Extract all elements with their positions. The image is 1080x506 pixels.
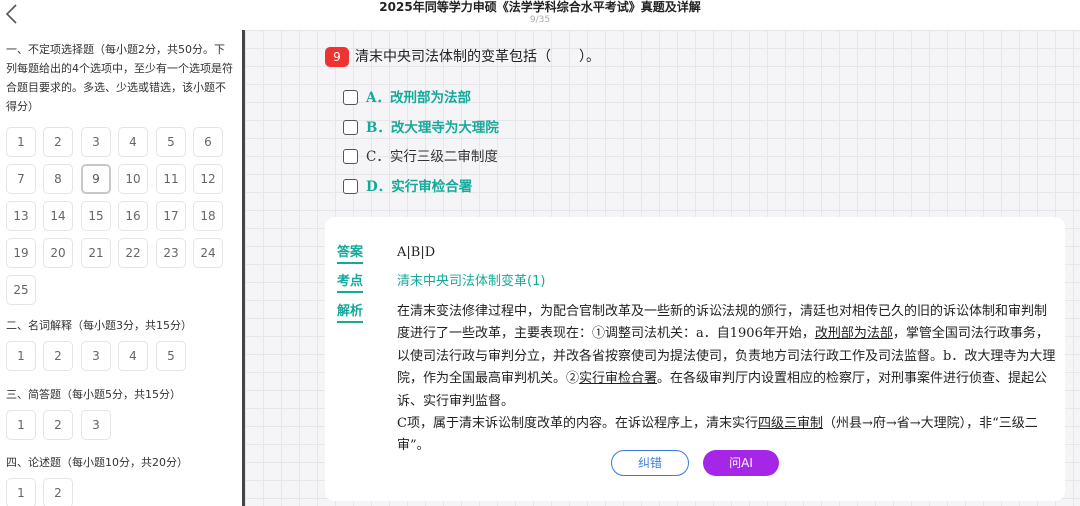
question-number-button[interactable]: 7 [6, 164, 36, 194]
question-number-button[interactable]: 12 [193, 164, 223, 194]
question-number-button[interactable]: 25 [6, 275, 36, 305]
report-error-button[interactable]: 纠错 [611, 450, 689, 476]
section-title-essay: 四、论述题（每小题10分，共20分） [6, 456, 188, 469]
question-number-button[interactable]: 24 [193, 238, 223, 268]
question-number-button[interactable]: 20 [43, 238, 73, 268]
checkbox[interactable] [343, 90, 358, 105]
analysis-label: 解析 [337, 303, 364, 323]
option-label: D．实行审检合署 [366, 179, 473, 195]
question-number-button[interactable]: 18 [193, 201, 223, 231]
section-title-term-explanation: 二、名词解释（每小题3分，共15分） [6, 319, 192, 332]
question-number-button[interactable]: 2 [43, 478, 73, 506]
top-bar: 2025年同等学力申硕《法学学科综合水平考试》真题及详解 9/35 [0, 0, 1080, 30]
question-number-button[interactable]: 1 [6, 341, 36, 371]
question-number-button[interactable]: 13 [6, 201, 36, 231]
question-number-button[interactable]: 2 [43, 341, 73, 371]
checkbox[interactable] [343, 149, 358, 164]
question-number-button[interactable]: 11 [156, 164, 186, 194]
question-number-button[interactable]: 10 [118, 164, 148, 194]
question-number-button[interactable]: 22 [118, 238, 148, 268]
question-panel: 9 清末中央司法体制的变革包括（ ）。 A．改刑部为法部 B．改大理寺为大理院 … [245, 30, 1080, 506]
question-number-button[interactable]: 2 [43, 127, 73, 157]
page-title: 2025年同等学力申硕《法学学科综合水平考试》真题及详解 [379, 0, 701, 14]
option-label: B．改大理寺为大理院 [366, 120, 499, 136]
section-title-short-answer: 三、简答题（每小题5分，共15分） [6, 388, 181, 401]
option-label: C．实行三级二审制度 [366, 149, 498, 165]
answer-card: 答案 A|B|D 考点 清末中央司法体制变革(1) 解析 在清末变法修律过程中，… [325, 217, 1065, 501]
question-nav-sidebar: 一、不定项选择题（每小题2分，共50分。下列每题给出的4个选项中，至少有一个选项… [0, 30, 242, 506]
question-number-button[interactable]: 5 [156, 127, 186, 157]
question-number-button[interactable]: 1 [6, 410, 36, 440]
question-number-button[interactable]: 23 [156, 238, 186, 268]
question-number-button[interactable]: 5 [156, 341, 186, 371]
question-number-badge: 9 [325, 47, 349, 67]
section-title-multiple-choice: 一、不定项选择题（每小题2分，共50分。下列每题给出的4个选项中，至少有一个选项… [6, 43, 233, 113]
question-number-button[interactable]: 1 [6, 478, 36, 506]
question-number-button[interactable]: 1 [6, 127, 36, 157]
answer-value: A|B|D [397, 245, 436, 260]
question-text: 清末中央司法体制的变革包括（ ）。 [355, 49, 600, 65]
question-number-button[interactable]: 19 [6, 238, 36, 268]
question-number-button[interactable]: 21 [81, 238, 111, 268]
question-number-button[interactable]: 6 [193, 127, 223, 157]
question-number-button[interactable]: 3 [81, 410, 111, 440]
knowledge-point-link[interactable]: 清末中央司法体制变革(1) [397, 273, 545, 291]
question-number-button[interactable]: 14 [43, 201, 73, 231]
question-number-button[interactable]: 4 [118, 341, 148, 371]
question-number-button[interactable]: 16 [118, 201, 148, 231]
progress-indicator: 9/35 [529, 15, 551, 25]
checkbox[interactable] [343, 179, 358, 194]
question-number-button[interactable]: 8 [43, 164, 73, 194]
question-number-button[interactable]: 15 [81, 201, 111, 231]
question-number-button[interactable]: 9 [81, 164, 111, 194]
analysis-text: 在清末变法修律过程中，为配合官制改革及一些新的诉讼法规的颁行，清廷也对相传已久的… [397, 304, 1056, 454]
question-number-button[interactable]: 3 [81, 341, 111, 371]
knowledge-point-label: 考点 [337, 273, 364, 293]
checkbox[interactable] [343, 120, 358, 135]
question-number-button[interactable]: 17 [156, 201, 186, 231]
ask-ai-button[interactable]: 问AI [703, 450, 779, 476]
question-number-button[interactable]: 3 [81, 127, 111, 157]
question-number-button[interactable]: 2 [43, 410, 73, 440]
option-label: A．改刑部为法部 [366, 90, 471, 106]
answer-label: 答案 [337, 244, 364, 264]
question-number-button[interactable]: 4 [118, 127, 148, 157]
